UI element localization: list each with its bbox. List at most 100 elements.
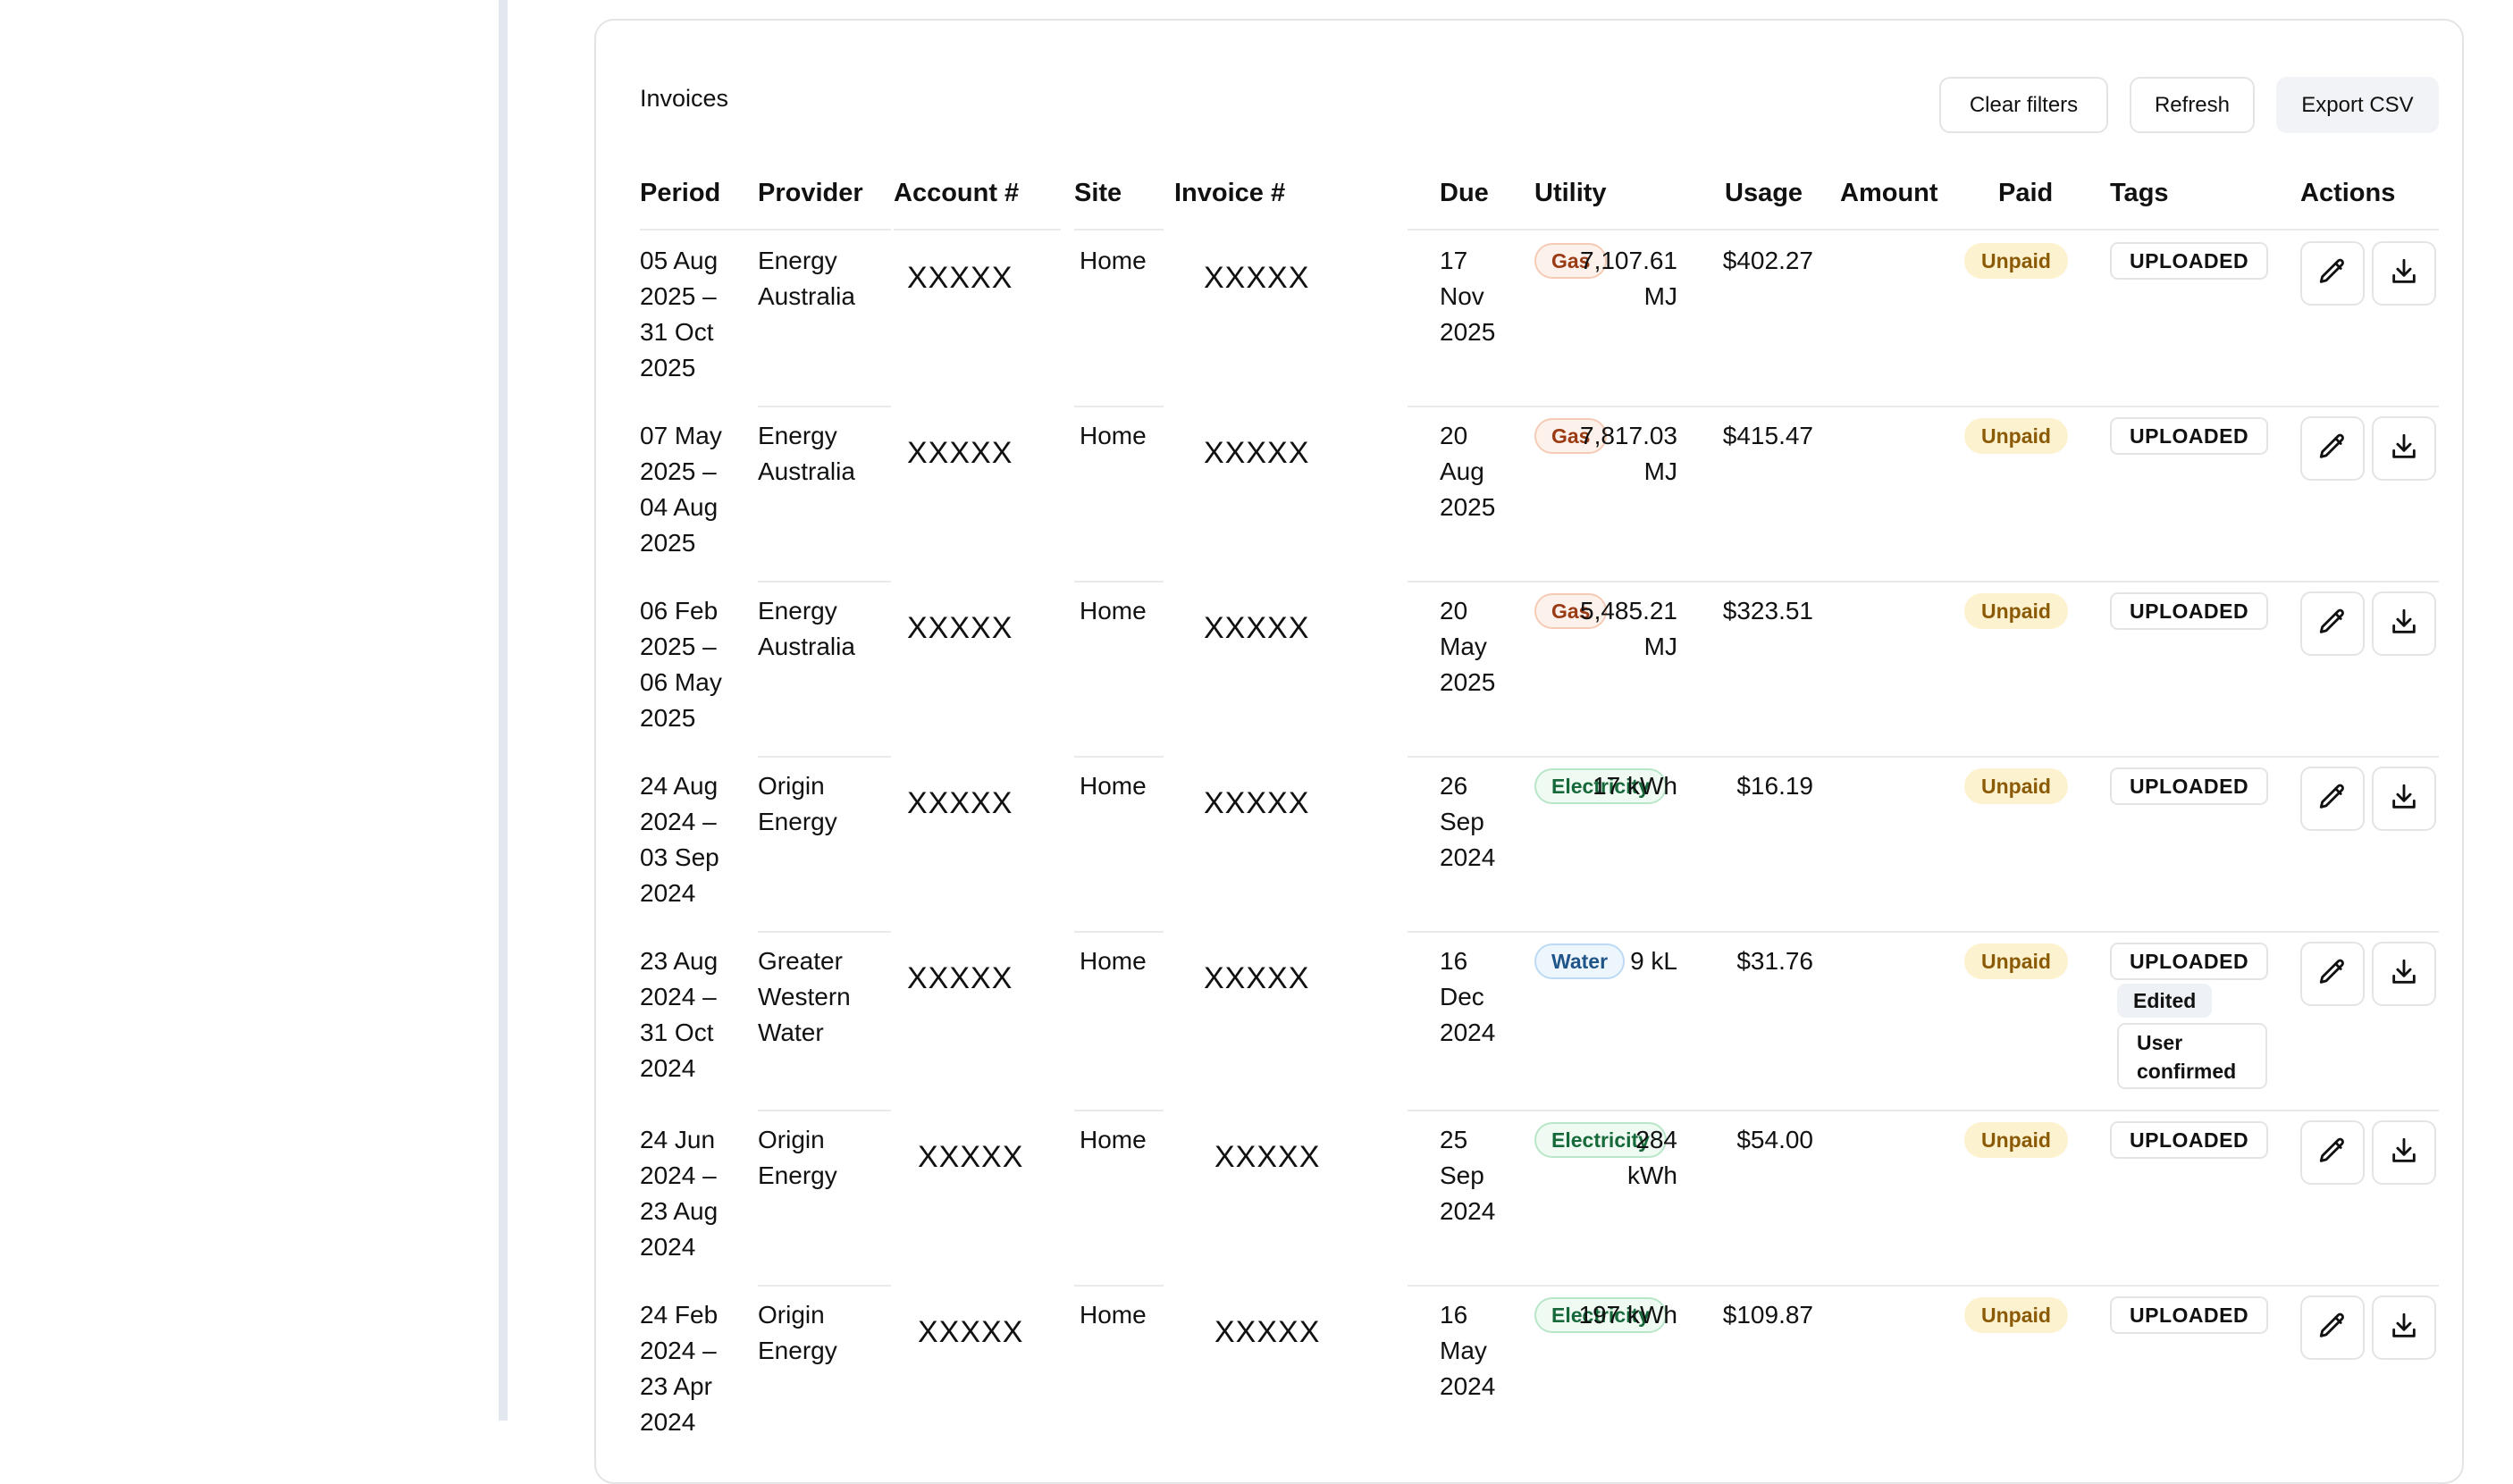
period-line: 24 Aug [640,772,719,800]
column-header-usage[interactable]: Usage [1725,179,1803,208]
site-cell: Home [1080,1301,1147,1329]
download-button[interactable] [2372,416,2436,481]
period-cell: 23 Aug 2024 – 31 Oct 2024 [640,943,747,1086]
column-header-site[interactable]: Site [1074,179,1122,208]
download-button[interactable] [2372,942,2436,1006]
edit-button[interactable] [2300,1120,2365,1185]
usage-line: 9 kL [1630,947,1677,975]
download-icon [2389,1136,2419,1170]
due-line: May [1440,633,1487,660]
invoice-number: XXXXX [1214,1315,1321,1349]
pencil-icon [2317,256,2348,291]
due-cell: 16 Dec 2024 [1440,943,1520,1051]
edit-button[interactable] [2300,942,2365,1006]
download-icon [2389,782,2419,817]
due-line: 25 [1440,1126,1468,1153]
usage-cell: 9 kL [1534,943,1677,979]
download-button[interactable] [2372,591,2436,656]
provider-line: Energy [758,597,837,625]
refresh-button[interactable]: Refresh [2130,77,2255,133]
tag-user-confirmed: User confirmed [2117,1023,2267,1089]
paid-status-badge: Unpaid [1964,243,2068,279]
download-icon [2389,957,2419,992]
site-cell: Home [1080,772,1147,800]
invoice-number: XXXXX [1204,611,1310,645]
amount-cell: $16.19 [1736,772,1813,800]
paid-status-badge: Unpaid [1964,943,2068,979]
account-number: XXXXX [907,786,1013,820]
period-line: 2024 – [640,1337,717,1364]
period-cell: 24 Aug 2024 – 03 Sep 2024 [640,768,747,911]
provider-cell: Energy Australia [758,418,892,490]
column-header-due[interactable]: Due [1440,179,1489,208]
due-line: May [1440,1337,1487,1364]
period-line: 2025 [640,529,696,557]
clear-filters-button[interactable]: Clear filters [1939,77,2108,133]
period-cell: 05 Aug 2025 – 31 Oct 2025 [640,243,747,386]
period-line: 04 Aug [640,493,719,521]
paid-status-badge: Unpaid [1964,593,2068,629]
provider-cell: Origin Energy [758,1122,892,1194]
column-header-tags[interactable]: Tags [2110,179,2169,208]
usage-line: MJ [1643,457,1677,485]
due-line: Sep [1440,808,1484,835]
provider-cell: Greater Western Water [758,943,892,1051]
tag-uploaded: UPLOADED [2110,242,2269,280]
paid-status-badge: Unpaid [1964,768,2068,804]
column-header-utility[interactable]: Utility [1534,179,1607,208]
due-line: 17 [1440,247,1468,274]
column-header-amount[interactable]: Amount [1840,179,1938,208]
tag-edited: Edited [2117,984,2213,1018]
download-button[interactable] [2372,1295,2436,1360]
due-cell: 16 May 2024 [1440,1297,1520,1404]
column-header-provider[interactable]: Provider [758,179,863,208]
download-button[interactable] [2372,767,2436,831]
provider-line: Australia [758,282,855,310]
usage-cell: 197 kWh [1534,1297,1678,1333]
amount-cell: $31.76 [1736,947,1813,975]
site-cell: Home [1080,947,1147,975]
column-header-account[interactable]: Account # [894,179,1019,208]
due-line: 16 [1440,947,1468,975]
column-header-actions[interactable]: Actions [2300,179,2395,208]
provider-cell: Energy Australia [758,593,892,665]
download-icon [2389,256,2419,291]
pencil-icon [2317,782,2348,817]
download-button[interactable] [2372,1120,2436,1185]
edit-button[interactable] [2300,1295,2365,1360]
edit-button[interactable] [2300,416,2365,481]
download-button[interactable] [2372,241,2436,306]
invoice-number: XXXXX [1204,261,1310,295]
provider-line: Energy [758,1337,837,1364]
period-line: 23 Aug [640,1197,719,1225]
invoice-number: XXXXX [1204,786,1310,820]
pencil-icon [2317,1136,2348,1170]
usage-cell: 7,107.61 MJ [1534,243,1677,314]
provider-line: Energy [758,247,837,274]
period-cell: 24 Jun 2024 – 23 Aug 2024 [640,1122,747,1265]
export-csv-button[interactable]: Export CSV [2276,77,2439,133]
period-line: 07 May [640,422,722,449]
column-header-invoice[interactable]: Invoice # [1174,179,1285,208]
column-header-paid[interactable]: Paid [1998,179,2053,208]
period-line: 2024 [640,1233,696,1261]
amount-cell: $323.51 [1722,597,1813,625]
due-line: 26 [1440,772,1468,800]
due-line: Sep [1440,1161,1484,1189]
account-number: XXXXX [918,1315,1024,1349]
edit-button[interactable] [2300,767,2365,831]
column-header-period[interactable]: Period [640,179,720,208]
due-line: 2024 [1440,1372,1496,1400]
account-number: XXXXX [907,261,1013,295]
invoices-title: Invoices [640,85,729,112]
pencil-icon [2317,1311,2348,1346]
usage-line: MJ [1643,282,1677,310]
edit-button[interactable] [2300,591,2365,656]
tag-uploaded: UPLOADED [2110,417,2269,455]
period-line: 03 Sep [640,843,719,871]
due-line: 2025 [1440,668,1496,696]
edit-button[interactable] [2300,241,2365,306]
due-cell: 20 Aug 2025 [1440,418,1520,525]
due-line: 2025 [1440,318,1496,346]
invoice-number: XXXXX [1204,961,1310,995]
